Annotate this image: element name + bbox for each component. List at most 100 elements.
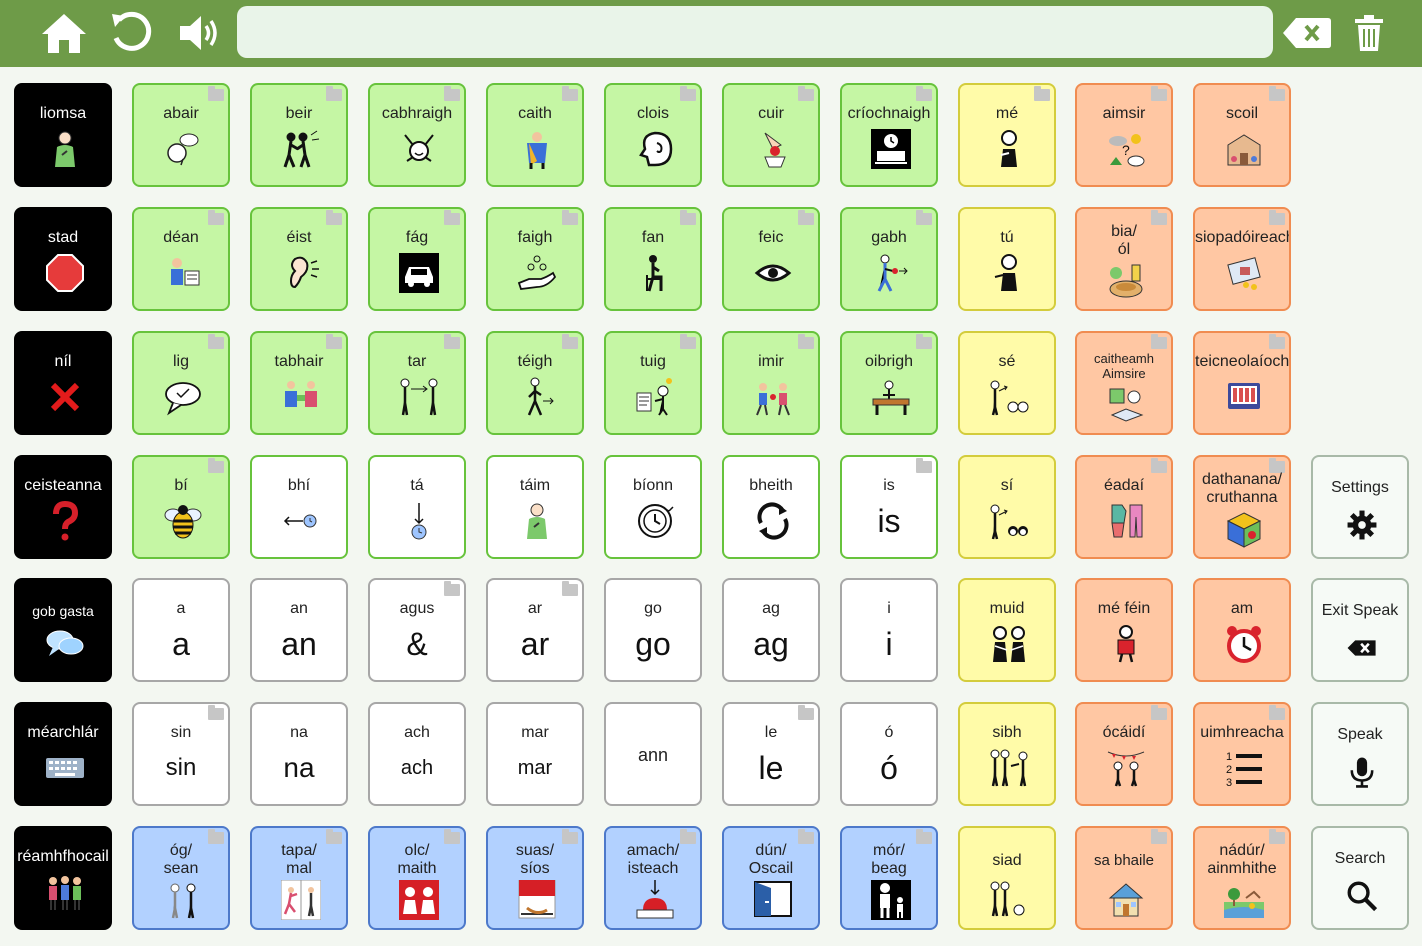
settings-button[interactable]: Settings [1311,455,1409,559]
tile-muid[interactable]: muid [958,578,1056,682]
tile-tabhair[interactable]: tabhair [250,331,348,435]
tile-bhi[interactable]: bhí [250,455,348,559]
tile-agus[interactable]: agus & [368,578,466,682]
tile-me[interactable]: mé [958,83,1056,187]
tile-me-fein[interactable]: mé féin [1075,578,1173,682]
tile-mor-beag[interactable]: mór/ beag [840,826,938,930]
tile-uimhreacha[interactable]: uimhreacha 123 [1193,702,1291,806]
tile-og-sean[interactable]: óg/ sean [132,826,230,930]
speaker-icon[interactable] [176,10,226,56]
tile-ocaidi[interactable]: ócáidí [1075,702,1173,806]
up-down-icon [517,880,557,920]
numbered-list-icon: 123 [1224,748,1264,788]
tile-suas-sios[interactable]: suas/ síos [486,826,584,930]
tile-bi[interactable]: bí [132,455,230,559]
tile-is[interactable]: is is [840,455,938,559]
ear-icon [281,253,321,293]
tile-bia-ol[interactable]: bia/ ól [1075,207,1173,311]
tile-ach[interactable]: ach ach [368,702,466,806]
tile-mearchlar[interactable]: méarchlár [14,702,112,806]
tile-cabhraigh[interactable]: cabhraigh [368,83,466,187]
tile-caith[interactable]: caith [486,83,584,187]
tile-teigh[interactable]: téigh [486,331,584,435]
tile-siopadoireacht[interactable]: siopadóireacht [1193,207,1291,311]
tile-eadai[interactable]: éadaí [1075,455,1173,559]
tile-label: an [290,600,308,617]
tile-oibrigh[interactable]: oibrigh [840,331,938,435]
tile-aimsir[interactable]: aimsir ? [1075,83,1173,187]
backspace-icon[interactable] [1282,10,1332,56]
tile-am[interactable]: am [1193,578,1291,682]
tile-abair[interactable]: abair [132,83,230,187]
tile-ceisteanna[interactable]: ceisteanna [14,455,112,559]
tile-nadur[interactable]: nádúr/ ainmhithe [1193,826,1291,930]
tile-fan[interactable]: fan [604,207,702,311]
tile-go[interactable]: go go [604,578,702,682]
tile-an[interactable]: an an [250,578,348,682]
settings-label: Settings [1331,479,1389,496]
tile-cuir[interactable]: cuir [722,83,820,187]
tile-olc-maith[interactable]: olc/ maith [368,826,466,930]
tile-a[interactable]: a a [132,578,230,682]
tile-o[interactable]: ó ó [840,702,938,806]
tile-sin[interactable]: sin sin [132,702,230,806]
tile-ag[interactable]: ag ag [722,578,820,682]
tile-taim[interactable]: táim [486,455,584,559]
tile-ann[interactable]: ann [604,702,702,806]
tile-bionn[interactable]: bíonn [604,455,702,559]
tile-nil[interactable]: níl [14,331,112,435]
tile-clois[interactable]: clois [604,83,702,187]
tile-imir[interactable]: imir [722,331,820,435]
tile-na[interactable]: na na [250,702,348,806]
tile-lig[interactable]: lig [132,331,230,435]
tile-sibh[interactable]: sibh [958,702,1056,806]
folder-icon [1151,705,1167,720]
tile-beir[interactable]: beir [250,83,348,187]
tile-faigh[interactable]: faigh [486,207,584,311]
he-icon [989,377,1029,417]
undo-icon[interactable] [107,10,157,56]
tile-eist[interactable]: éist [250,207,348,311]
folder-icon [1151,334,1167,349]
tile-crioch[interactable]: críochnaigh [840,83,938,187]
tile-tapa-mal[interactable]: tapa/ mal [250,826,348,930]
tile-caitheamh-aimsire[interactable]: caitheamh Aimsire [1075,331,1173,435]
tile-teicneolaiocht[interactable]: teicneolaíocht [1193,331,1291,435]
tile-dean[interactable]: déan [132,207,230,311]
tile-label: tuig [640,353,666,370]
tile-bheith[interactable]: bheith [722,455,820,559]
tile-tu[interactable]: tú [958,207,1056,311]
tile-i[interactable]: i i [840,578,938,682]
tile-fag[interactable]: fág [368,207,466,311]
tile-label: mar [521,724,549,741]
tile-label: bheith [749,477,793,494]
tile-gob-gasta[interactable]: gob gasta [14,578,112,682]
tile-siad[interactable]: siad [958,826,1056,930]
tile-amach-isteach[interactable]: amach/ isteach [604,826,702,930]
tile-liomsa[interactable]: liomsa [14,83,112,187]
tile-si[interactable]: sí [958,455,1056,559]
tile-label: fan [641,229,665,246]
trash-icon[interactable] [1344,10,1394,56]
tile-scoil[interactable]: scoil [1193,83,1291,187]
tile-dun-oscail[interactable]: dún/ Oscail [722,826,820,930]
speak-button[interactable]: Speak [1311,702,1409,806]
tile-ar[interactable]: ar ar [486,578,584,682]
tile-se[interactable]: sé [958,331,1056,435]
home-icon[interactable] [39,10,89,56]
tile-gabh[interactable]: gabh [840,207,938,311]
tile-label: feic [758,229,784,246]
tile-feic[interactable]: feic [722,207,820,311]
tile-tar[interactable]: tar [368,331,466,435]
message-bar[interactable] [237,6,1273,58]
tile-stad[interactable]: stad [14,207,112,311]
tile-le[interactable]: le le [722,702,820,806]
tile-reamhfhocail[interactable]: réamhfhocail [14,826,112,930]
tile-mar[interactable]: mar mar [486,702,584,806]
tile-sa-bhaile[interactable]: sa bhaile [1075,826,1173,930]
tile-ta[interactable]: tá [368,455,466,559]
tile-tuig[interactable]: tuig [604,331,702,435]
search-button[interactable]: Search [1311,826,1409,930]
exit-speak-button[interactable]: Exit Speak [1311,578,1409,682]
tile-dathanna[interactable]: dathanana/ cruthanna [1193,455,1291,559]
